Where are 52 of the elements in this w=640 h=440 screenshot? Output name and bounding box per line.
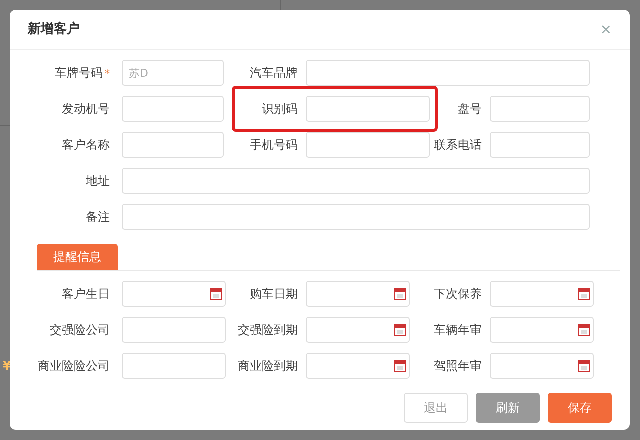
tab[interactable]: 提醒信息 [37,244,118,270]
date-field[interactable] [490,353,594,379]
input-field[interactable] [490,132,590,158]
input-field[interactable] [122,204,590,230]
field-label: 购车日期 [250,287,298,301]
field-label: 交强险到期 [238,323,298,337]
input-field[interactable] [306,132,430,158]
input-field[interactable] [306,60,590,86]
field-label: 下次保养 [434,287,482,301]
date-field[interactable] [306,317,410,343]
input-field[interactable] [490,96,590,122]
date-field[interactable] [490,317,594,343]
field-label: 车牌号码 [55,66,103,80]
action-button[interactable]: 保存 [548,393,612,423]
date-field[interactable] [490,281,594,307]
input-field[interactable] [122,96,224,122]
field-label: 商业险到期 [238,359,298,373]
field-label: 客户名称 [62,138,110,152]
input-field[interactable] [122,168,590,194]
field-label: 汽车品牌 [250,66,298,80]
field-label: 客户生日 [62,287,110,301]
calendar-icon[interactable] [578,324,590,336]
required-mark: * [105,69,110,80]
calendar-icon[interactable] [578,360,590,372]
field-label: 商业险险公司 [38,359,110,373]
calendar-icon[interactable] [394,324,406,336]
date-field[interactable] [306,353,410,379]
field-label: 车辆年审 [434,323,482,337]
date-field[interactable] [122,281,226,307]
calendar-icon[interactable] [210,288,222,300]
calendar-icon[interactable] [394,360,406,372]
action-button[interactable]: 退出 [404,393,468,423]
dialog-title: 新增客户 [28,20,80,39]
field-label: 识别码 [262,102,298,116]
field-label: 地址 [86,174,110,188]
field-label: 盘号 [458,102,482,116]
input-field[interactable] [306,96,430,122]
field-label: 发动机号 [62,102,110,116]
field-label: 交强险公司 [50,323,110,337]
field-label: 备注 [86,210,110,224]
date-field[interactable] [306,281,410,307]
action-button[interactable]: 刷新 [476,393,540,423]
input-field[interactable] [122,132,224,158]
input-field[interactable] [122,317,226,343]
calendar-icon[interactable] [394,288,406,300]
calendar-icon[interactable] [578,288,590,300]
input-field[interactable]: 苏D [122,60,224,86]
field-label: 联系电话 [434,138,482,152]
input-field[interactable] [122,353,226,379]
field-label: 驾照年审 [434,359,482,373]
field-label: 手机号码 [250,138,298,152]
close-button[interactable]: × [598,22,614,36]
